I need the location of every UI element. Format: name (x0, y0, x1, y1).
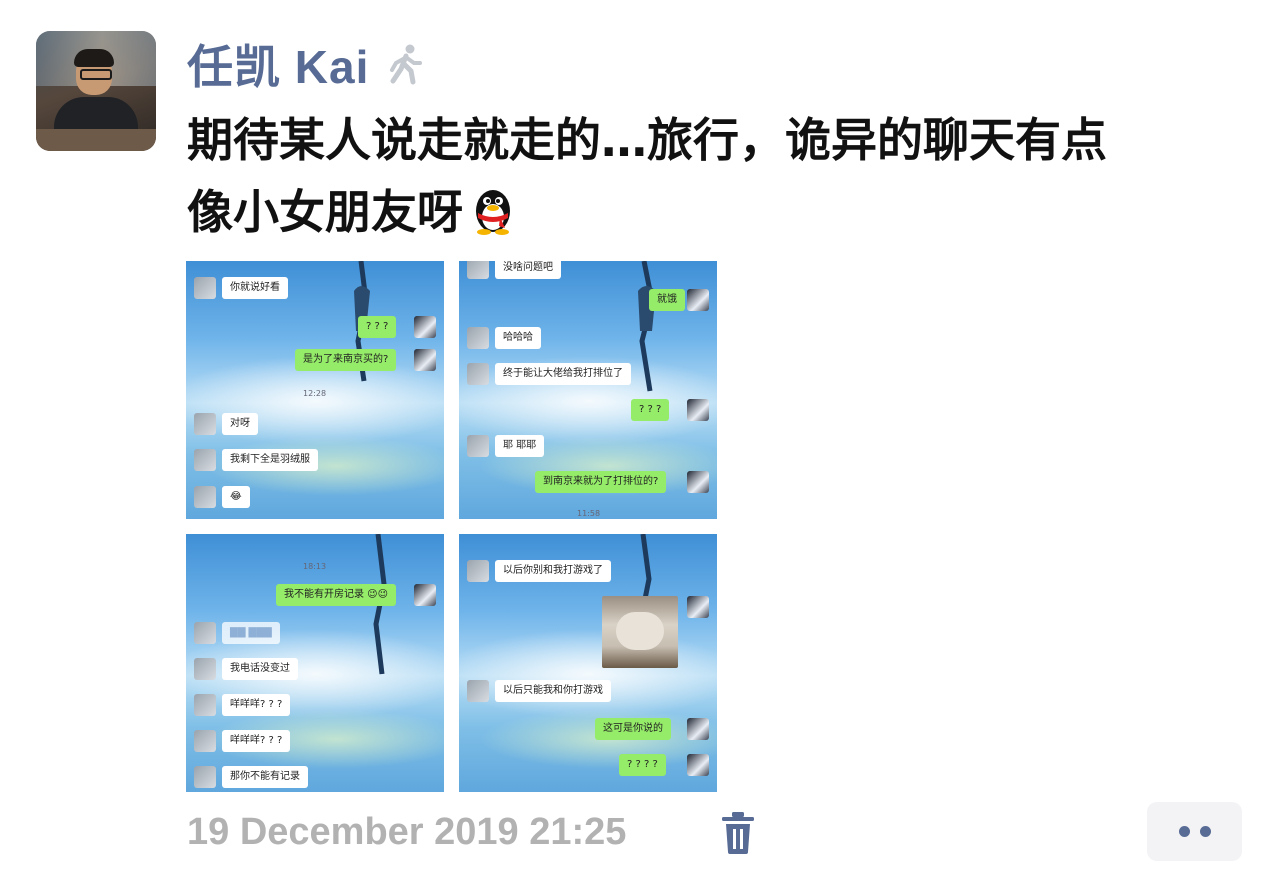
chat-screenshot-3[interactable]: 18:13 我不能有开房记录 😉😉 ▇▇ ▇▇▇ 我电话没变过 咩咩咩? ? ?… (186, 534, 444, 792)
contact-avatar (467, 327, 489, 349)
qq-penguin-emoji-icon (476, 190, 510, 235)
chat-message: 我剩下全是羽绒服 (222, 449, 318, 471)
post-text-line-2-text: 像小女朋友呀 (187, 185, 463, 239)
self-avatar (414, 584, 436, 606)
post-text: 期待某人说走就走的…旅行，诡异的聊天有点 像小女朋友呀 (187, 104, 1237, 248)
image-grid: 你就说好看 ? ? ? 是为了来南京买的? 12:28 对呀 我剩下全是羽绒服 … (186, 261, 717, 792)
post-timestamp: 19 December 2019 21:25 (187, 811, 627, 853)
author-name[interactable]: 任凯 Kai (187, 31, 369, 97)
avatar-table (36, 129, 156, 151)
chat-message: 到南京来就为了打排位的? (535, 471, 667, 493)
avatar-hair (74, 49, 114, 67)
more-dot (1178, 826, 1190, 837)
contact-avatar (194, 277, 216, 299)
anime-girl-figure (638, 261, 656, 392)
more-dot (1199, 826, 1211, 837)
chat-time: 11:58 (577, 509, 601, 518)
chat-screenshot-1[interactable]: 你就说好看 ? ? ? 是为了来南京买的? 12:28 对呀 我剩下全是羽绒服 … (186, 261, 444, 519)
contact-avatar (194, 694, 216, 716)
contact-avatar (194, 730, 216, 752)
chat-screenshot-2[interactable]: 没啥问题吧 就饿 哈哈哈 终于能让大佬给我打排位了 ? ? ? 耶 耶耶 到南京… (459, 261, 717, 519)
chat-screenshot-4[interactable]: 以后你别和我打游戏了 以后只能我和你打游戏 这可是你说的 ? ? ? ? (459, 534, 717, 792)
chat-message: 以后你别和我打游戏了 (495, 560, 611, 582)
self-avatar (414, 316, 436, 338)
self-avatar (687, 718, 709, 740)
self-avatar (687, 596, 709, 618)
contact-avatar (194, 658, 216, 680)
chat-message: 终于能让大佬给我打排位了 (495, 363, 631, 385)
chat-message: ? ? ? ? (619, 754, 666, 776)
chat-message: 就饿 (649, 289, 685, 311)
chat-message: 咩咩咩? ? ? (222, 730, 291, 752)
contact-avatar (194, 486, 216, 508)
author-row: 任凯 Kai (187, 34, 427, 94)
anime-girl-figure (373, 534, 387, 675)
self-avatar (687, 471, 709, 493)
chat-message: 咩咩咩? ? ? (222, 694, 291, 716)
trash-icon[interactable] (718, 811, 758, 855)
post-text-line-1: 期待某人说走就走的…旅行，诡异的聊天有点 (187, 113, 1107, 167)
contact-avatar (194, 449, 216, 471)
self-avatar (687, 399, 709, 421)
self-avatar (687, 289, 709, 311)
contact-avatar (467, 680, 489, 702)
contact-avatar (467, 560, 489, 582)
self-avatar (687, 754, 709, 776)
contact-avatar (467, 363, 489, 385)
chat-message-blurred: ▇▇ ▇▇▇ (222, 622, 280, 644)
contact-avatar (194, 622, 216, 644)
more-options-button[interactable] (1147, 802, 1242, 861)
user-avatar[interactable] (36, 31, 156, 151)
contact-avatar (467, 261, 489, 279)
chat-message: 对呀 (222, 413, 258, 435)
post-text-line-2: 像小女朋友呀 (187, 176, 1237, 248)
cat-face (616, 612, 664, 650)
chat-message: 哈哈哈 (495, 327, 541, 349)
contact-avatar (467, 435, 489, 457)
chat-message: 😂 (222, 486, 250, 508)
chat-time: 18:13 (303, 562, 327, 571)
chat-message: 我不能有开房记录 😉😉 (276, 584, 397, 606)
chat-message: 这可是你说的 (595, 718, 671, 740)
chat-message: 那你不能有记录 (222, 766, 308, 788)
chat-message: ? ? ? (358, 316, 397, 338)
chat-message: 我电话没变过 (222, 658, 298, 680)
self-avatar (414, 349, 436, 371)
chat-time: 12:28 (303, 389, 327, 398)
chat-message: 你就说好看 (222, 277, 288, 299)
sleepy-cat-sticker (602, 596, 678, 668)
contact-avatar (194, 766, 216, 788)
chat-message: 以后只能我和你打游戏 (495, 680, 611, 702)
chat-message: ? ? ? (631, 399, 670, 421)
contact-avatar (194, 413, 216, 435)
avatar-glasses (80, 69, 112, 80)
chat-message: 耶 耶耶 (495, 435, 545, 457)
walking-person-icon (390, 44, 423, 85)
chat-message: 没啥问题吧 (495, 261, 561, 279)
chat-message: 是为了来南京买的? (295, 349, 397, 371)
